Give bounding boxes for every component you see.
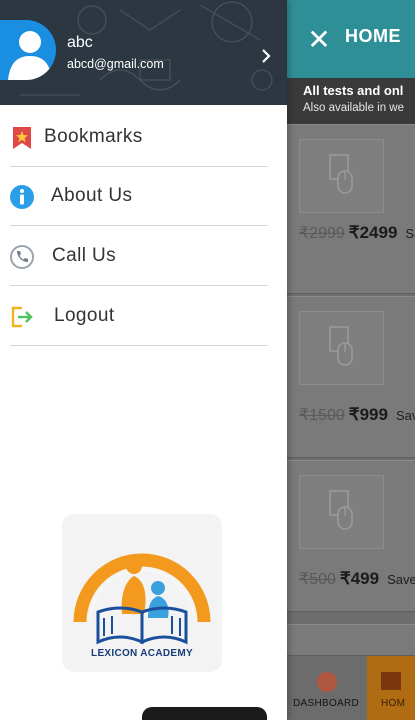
menu-item-call-us[interactable]: Call Us <box>0 226 287 286</box>
logout-icon <box>11 306 33 328</box>
nav-dashboard-label: DASHBOARD <box>293 698 360 709</box>
home-icon <box>381 672 401 690</box>
menu-item-label: Call Us <box>52 245 117 266</box>
nav-dashboard[interactable]: DASHBOARD <box>287 656 367 720</box>
price-row: ₹500 ₹499 Save <box>299 569 415 589</box>
save-label: Save <box>395 408 415 423</box>
book-mouse-icon <box>299 475 384 549</box>
old-price: ₹1500 <box>299 407 345 424</box>
phone-icon <box>10 245 34 269</box>
banner-subtitle: Also available in we <box>303 102 405 114</box>
chevron-right-icon[interactable] <box>258 48 274 64</box>
menu-item-label: About Us <box>51 185 133 206</box>
course-card[interactable]: ₹500 ₹499 Save <box>287 460 415 612</box>
price-row: ₹1500₹999 Save <box>299 405 415 425</box>
nav-home-label: HOM <box>381 698 406 709</box>
bookmark-icon <box>13 127 31 149</box>
bottom-handle <box>142 707 267 720</box>
new-price: ₹2499 <box>348 223 398 242</box>
nav-home[interactable]: HOM <box>367 656 415 720</box>
old-price: ₹2999 <box>299 225 345 242</box>
navigation-drawer: abc abcd@gmail.com Bookmarks About Us Ca… <box>0 0 287 720</box>
drawer-header[interactable]: abc abcd@gmail.com <box>0 0 287 105</box>
course-card[interactable]: ₹1500₹999 Save <box>287 296 415 458</box>
new-price: ₹999 <box>348 405 388 424</box>
bottom-nav: DASHBOARD HOM <box>287 656 415 720</box>
speedometer-icon <box>317 672 337 692</box>
new-price: ₹499 <box>339 569 380 588</box>
menu-item-label: Bookmarks <box>44 126 143 147</box>
banner-title: All tests and onl <box>303 83 404 98</box>
user-name: abc <box>67 34 93 51</box>
save-label: Sa <box>405 226 415 241</box>
course-card[interactable] <box>287 624 415 656</box>
avatar[interactable] <box>0 20 56 80</box>
menu-item-logout[interactable]: Logout <box>0 286 287 346</box>
divider <box>10 345 268 346</box>
user-email: abcd@gmail.com <box>67 57 164 71</box>
book-mouse-icon <box>299 311 384 385</box>
save-label: Save <box>387 572 415 587</box>
page-title: HOME <box>345 26 401 46</box>
info-icon <box>10 185 34 209</box>
course-card[interactable]: ₹2999₹2499 Sa <box>287 124 415 294</box>
menu-item-label: Logout <box>54 305 115 326</box>
old-price: ₹500 <box>299 571 336 588</box>
close-icon[interactable]: ✕ <box>305 26 333 54</box>
academy-logo: LEXICON ACADEMY <box>62 514 222 672</box>
price-row: ₹2999₹2499 Sa <box>299 223 415 243</box>
menu-item-bookmarks[interactable]: Bookmarks <box>0 107 287 167</box>
menu-item-about-us[interactable]: About Us <box>0 166 287 226</box>
academy-name: LEXICON ACADEMY <box>91 648 193 659</box>
book-mouse-icon <box>299 139 384 213</box>
promo-banner: All tests and onl Also available in we <box>287 78 415 124</box>
